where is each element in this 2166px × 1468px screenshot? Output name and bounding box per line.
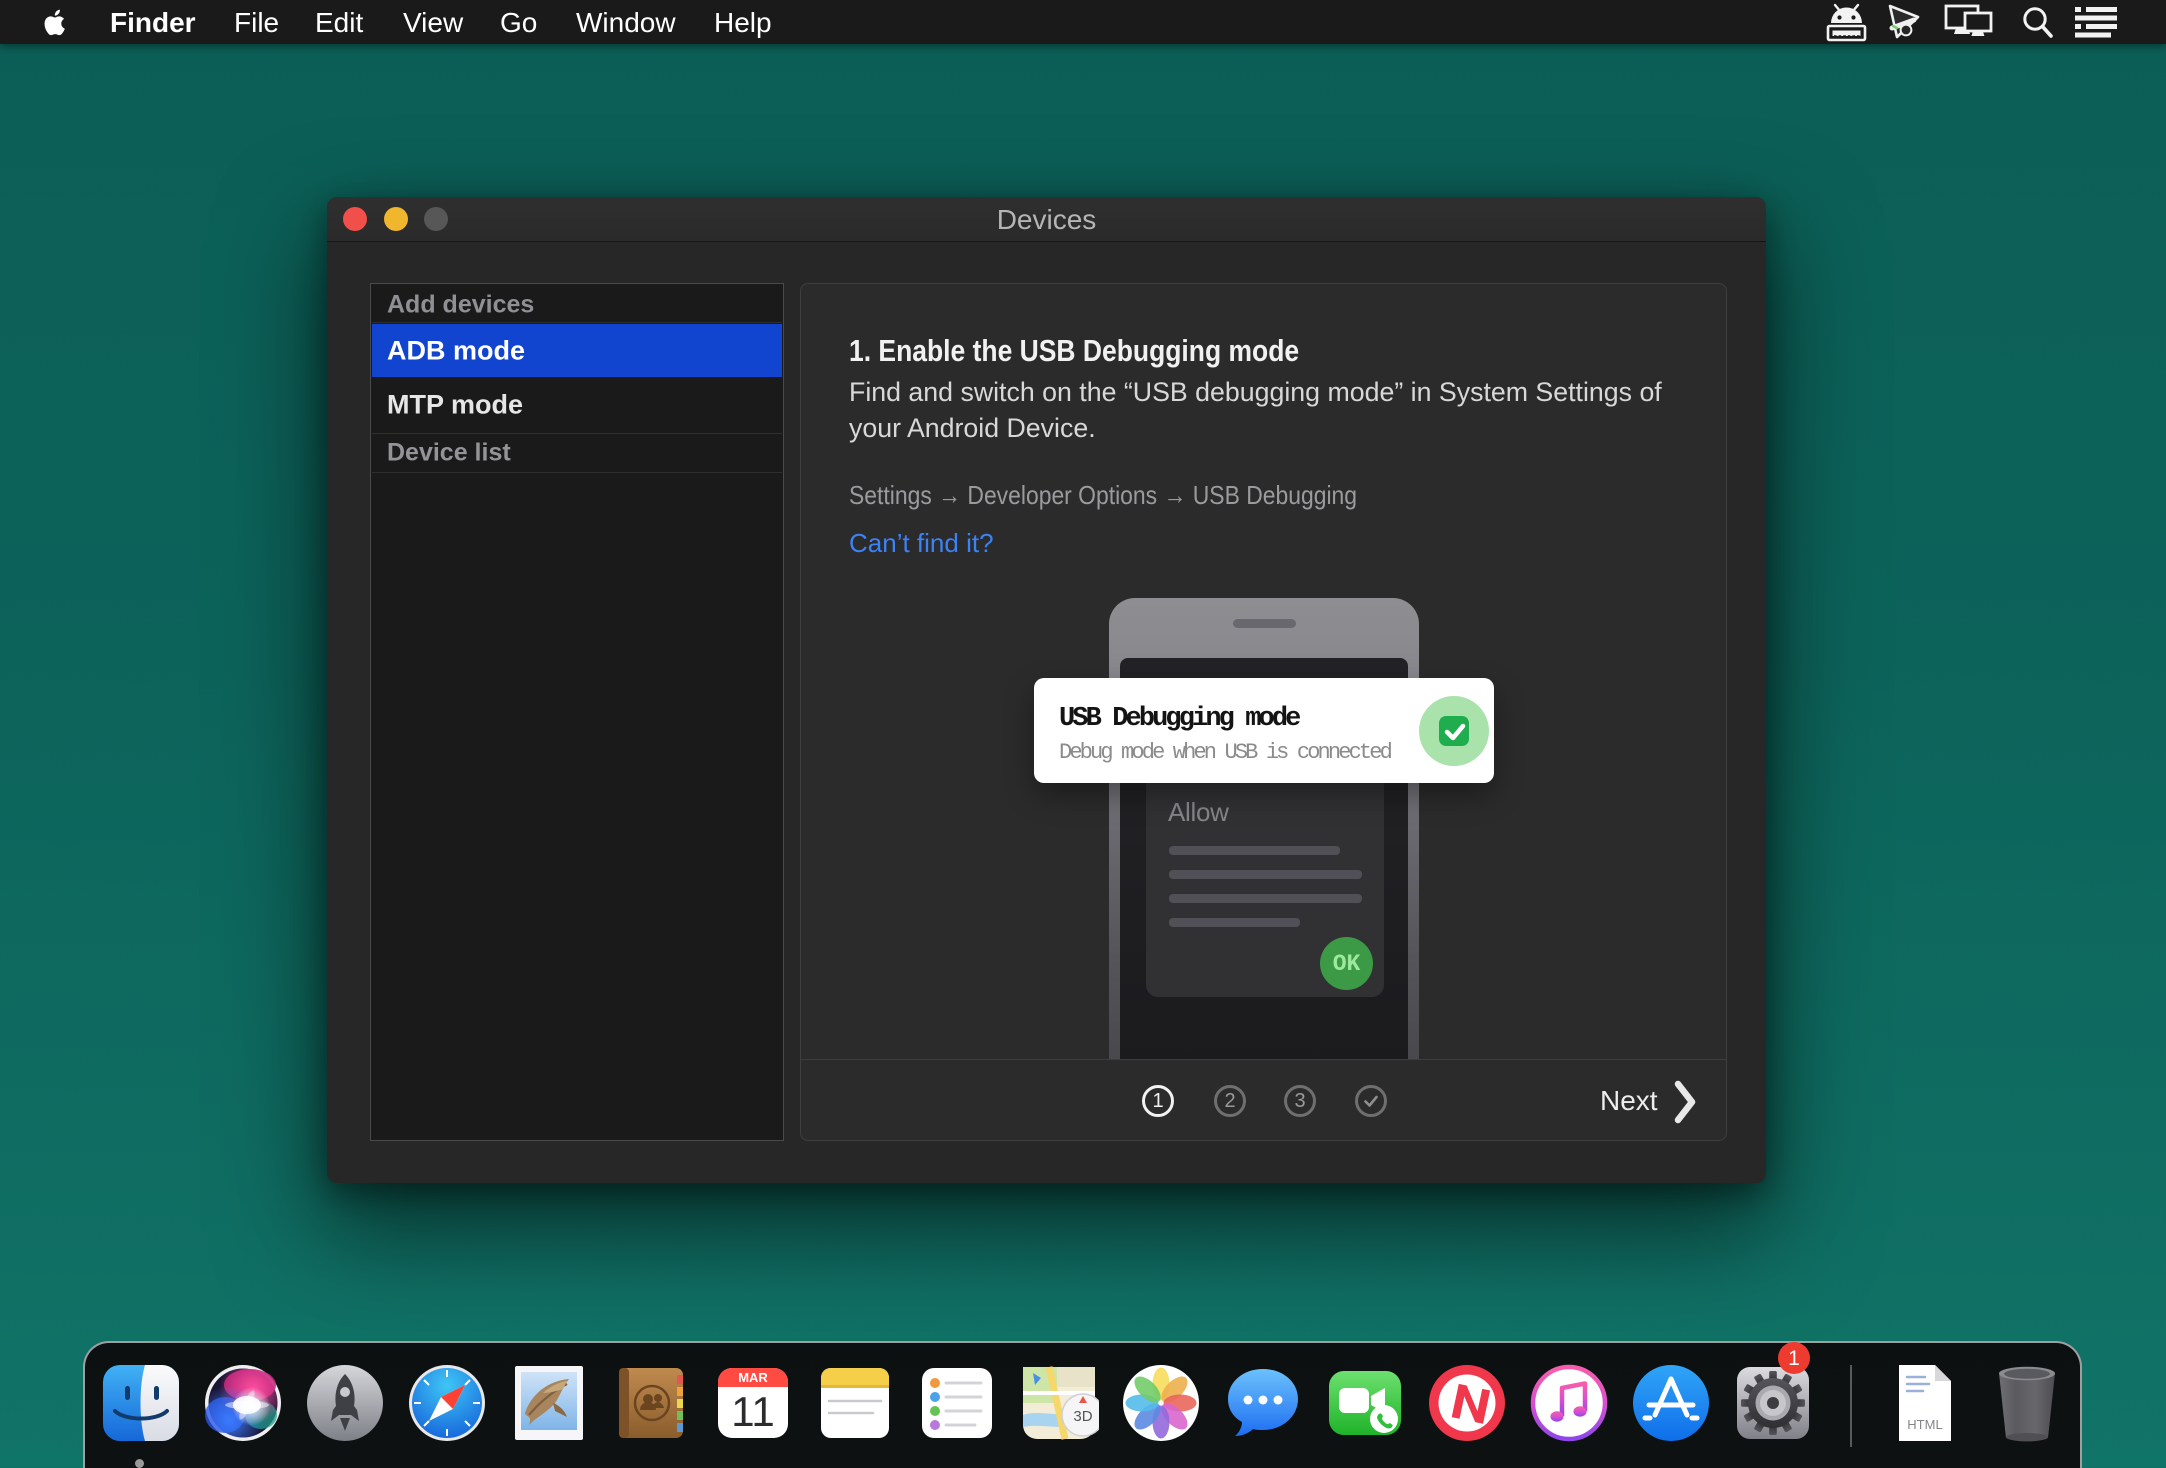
svg-text:3D: 3D [1073,1408,1092,1425]
svg-text:HTML: HTML [1907,1417,1942,1432]
svg-text:MAR: MAR [738,1370,768,1385]
svg-text:1: 1 [1788,1347,1800,1370]
svg-text:11: 11 [731,1388,775,1435]
